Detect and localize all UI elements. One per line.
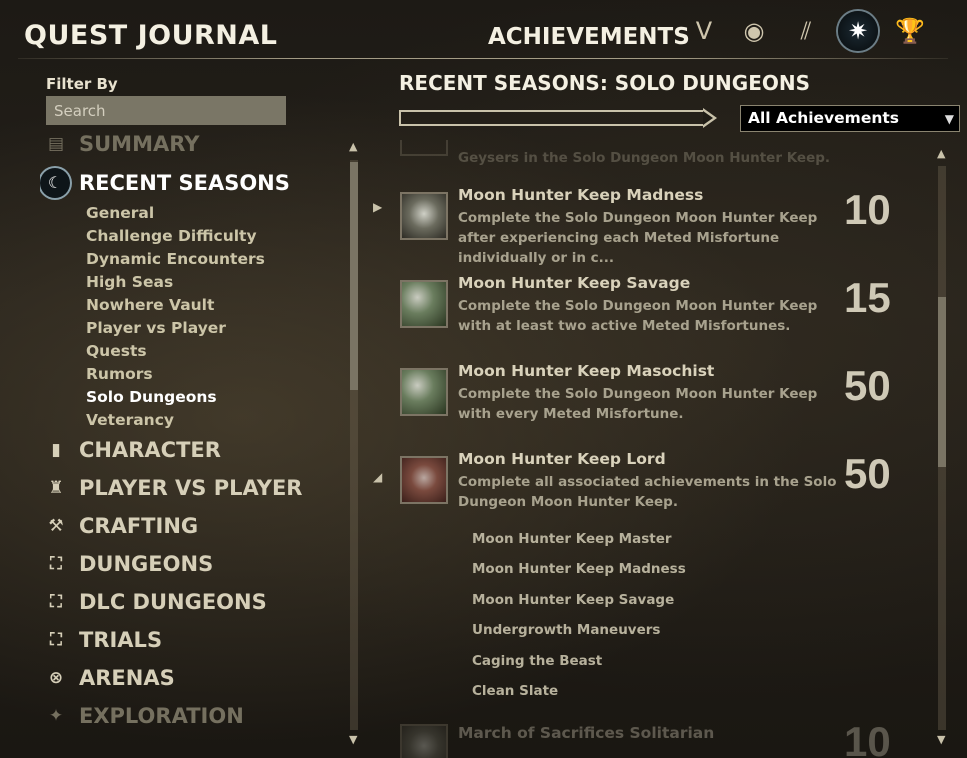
star-emblem-icon[interactable]: ✷ [838,11,878,51]
partial-achievement-icon [400,140,448,156]
sub-achievement[interactable]: Moon Hunter Keep Madness [472,561,686,577]
expand-arrow-icon[interactable]: ▶ [373,200,382,214]
nav-arenas-label: ARENAS [79,666,175,690]
summary-icon: ▤ [47,134,65,154]
partial-achievement-text: Geysers in the Solo Dungeon Moon Hunter … [458,150,831,166]
achievement-name: March of Sacrifices Solitarian [458,724,715,742]
dlc-dungeon-icon: ⛶ [50,592,62,612]
nav-character-label: CHARACTER [79,438,221,462]
nav-player-vs-player-label: PLAYER VS PLAYER [79,476,303,500]
nav-dlc-dungeons[interactable]: ⛶ DLC DUNGEONS [40,590,267,614]
achievement-name: Moon Hunter Keep Madness [458,186,704,204]
arenas-icon: ⊗ [48,668,64,688]
list-scroll-up-icon[interactable]: ▲ [937,147,945,160]
achievement-desc: Complete the Solo Dungeon Moon Hunter Ke… [458,298,818,334]
nav-sub-high-seas[interactable]: High Seas [86,273,173,291]
list-scroll-down-icon[interactable]: ▼ [937,733,945,746]
nav-sub-general[interactable]: General [86,204,154,222]
nav-sub-challenge-difficulty[interactable]: Challenge Difficulty [86,227,257,245]
nav-player-vs-player[interactable]: ♜ PLAYER VS PLAYER [40,476,302,500]
nav-dlc-dungeons-label: DLC DUNGEONS [79,590,267,614]
window-title: QUEST JOURNAL [24,20,278,51]
header-divider [18,58,948,59]
nav-scroll-down-icon[interactable]: ▼ [349,733,357,746]
nav-sub-quests[interactable]: Quests [86,342,147,360]
chevron-down-icon: ▼ [944,112,954,126]
category-nav: ▤ SUMMARY ☾ RECENT SEASONS General Chall… [40,132,350,752]
achievement-icon [400,192,448,240]
achievement-name: Moon Hunter Keep Masochist [458,362,715,380]
achievement-name: Moon Hunter Keep Lord [458,450,666,468]
nav-scroll-thumb[interactable] [350,162,358,390]
tower-icon: ♜ [48,478,64,498]
achievement-points: 10 [844,718,891,758]
nav-dungeons-label: DUNGEONS [79,552,214,576]
dropdown-value: All Achievements [748,109,900,127]
nav-dungeons[interactable]: ⛶ DUNGEONS [40,552,213,576]
nav-character[interactable]: ▮ CHARACTER [40,438,221,462]
trials-icon: ⛶ [50,630,62,650]
seasons-icon: ☾ [40,168,70,198]
achievement-name: Moon Hunter Keep Savage [458,274,691,292]
sub-achievement[interactable]: Undergrowth Maneuvers [472,622,660,638]
nav-trials-label: TRIALS [79,628,163,652]
bookmark-icon: ▮ [51,440,61,460]
dungeon-icon: ⛶ [50,554,62,574]
nav-sub-veterancy[interactable]: Veterancy [86,411,174,429]
list-scroll-thumb[interactable] [938,297,946,467]
progress-bar [399,110,705,126]
progress-bar-tip-inner [703,111,713,125]
achievement-icon [400,368,448,416]
achievement-desc: Complete all associated achievements in … [458,474,837,510]
nav-recent-seasons[interactable]: ☾ RECENT SEASONS [40,168,290,198]
nav-arenas[interactable]: ⊗ ARENAS [40,666,175,690]
champion-icon[interactable]: V [687,14,721,48]
achievement-icon [400,456,448,504]
nav-sub-dynamic-encounters[interactable]: Dynamic Encounters [86,250,265,268]
nav-summary-label: SUMMARY [79,132,200,156]
collections-icon[interactable]: ⫽ [789,14,823,48]
nav-sub-nowhere-vault[interactable]: Nowhere Vault [86,296,214,314]
achievement-icon [400,280,448,328]
trophy-icon[interactable]: 🏆 [893,14,927,48]
achievement-desc: Complete the Solo Dungeon Moon Hunter Ke… [458,386,818,422]
collapse-arrow-icon[interactable]: ◢ [373,470,382,484]
nav-scroll-up-icon[interactable]: ▲ [349,140,357,153]
nav-sub-rumors[interactable]: Rumors [86,365,153,383]
search-input[interactable] [46,96,286,125]
nav-recent-seasons-label: RECENT SEASONS [79,171,290,195]
section-title: ACHIEVEMENTS [488,24,690,50]
nav-sub-solo-dungeons[interactable]: Solo Dungeons [86,388,217,406]
achievement-points: 50 [844,362,891,409]
hammer-icon: ⚒ [48,516,64,536]
nav-summary[interactable]: ▤ SUMMARY [40,132,199,156]
nav-crafting-label: CRAFTING [79,514,199,538]
exploration-icon: ✦ [48,706,64,726]
sub-achievement[interactable]: Moon Hunter Keep Master [472,531,672,547]
nav-exploration-label: EXPLORATION [79,704,244,728]
nav-trials[interactable]: ⛶ TRIALS [40,628,162,652]
sub-achievement[interactable]: Moon Hunter Keep Savage [472,592,674,608]
sub-achievement[interactable]: Clean Slate [472,683,558,699]
eye-icon[interactable]: ◉ [737,14,771,48]
achievement-points: 15 [844,274,891,321]
sub-achievement[interactable]: Caging the Beast [472,653,602,669]
achievement-filter-dropdown[interactable]: All Achievements ▼ [740,105,960,132]
nav-exploration[interactable]: ✦ EXPLORATION [40,704,244,728]
filter-label: Filter By [46,75,118,93]
nav-crafting[interactable]: ⚒ CRAFTING [40,514,198,538]
content-title: RECENT SEASONS: SOLO DUNGEONS [399,71,811,95]
achievement-points: 10 [844,186,891,233]
achievement-icon [400,724,448,758]
achievement-list: Geysers in the Solo Dungeon Moon Hunter … [360,140,950,758]
achievement-points: 50 [844,450,891,497]
nav-sub-player-vs-player[interactable]: Player vs Player [86,319,226,337]
achievement-desc: Complete the Solo Dungeon Moon Hunter Ke… [458,210,818,266]
